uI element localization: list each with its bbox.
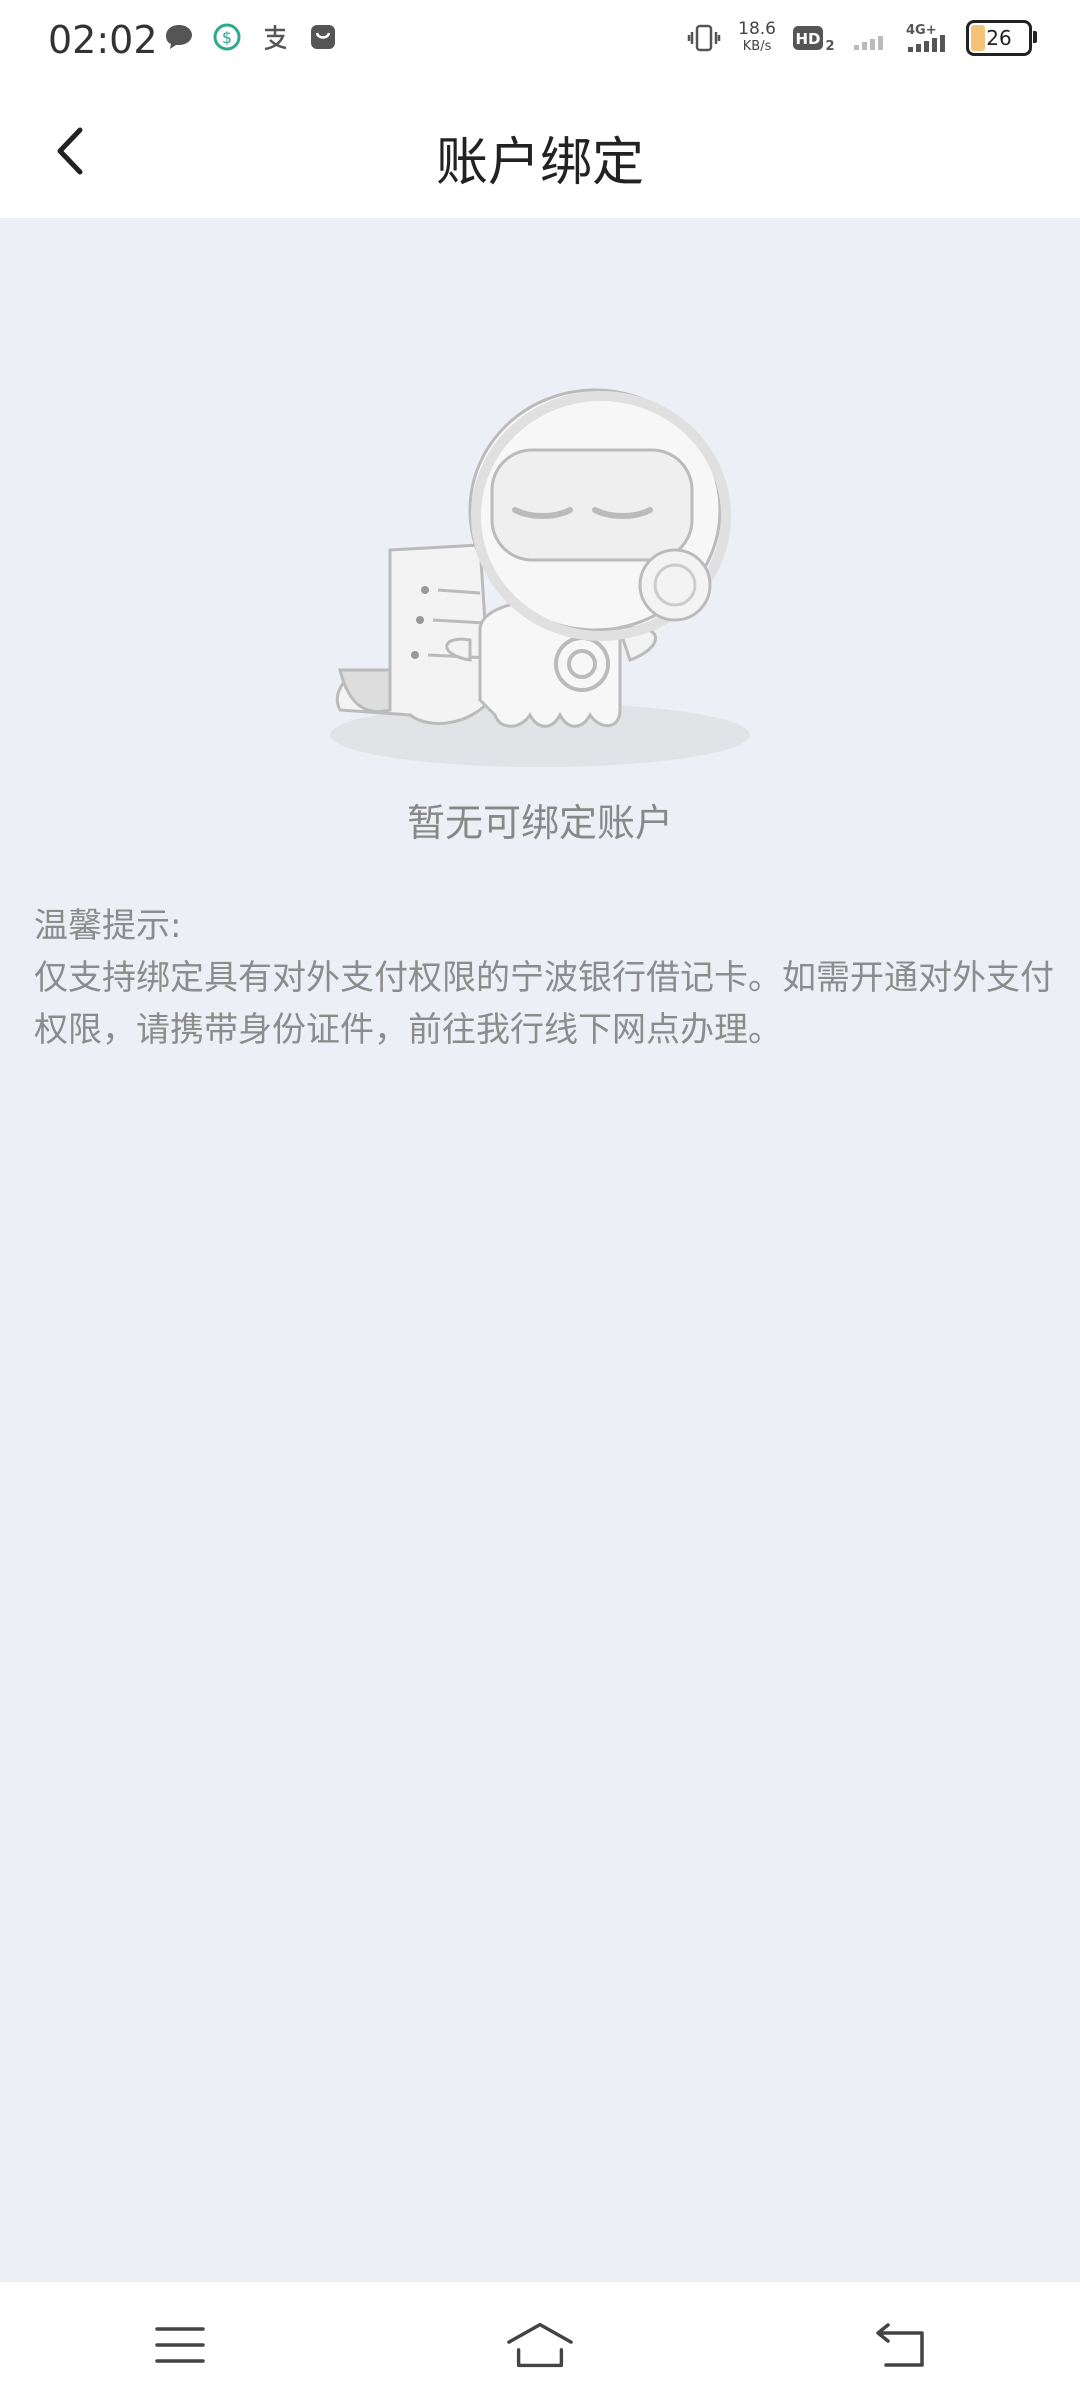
network-speed-unit: KB/s: [742, 39, 772, 54]
svg-text:$: $: [222, 28, 232, 47]
message-icon: [166, 25, 192, 49]
hd-icon: HD 2: [793, 26, 835, 53]
navigation-bar: 账户绑定: [0, 84, 1080, 218]
battery-level: 26: [986, 26, 1012, 50]
tips-body: 仅支持绑定具有对外支付权限的宁波银行借记卡。如需开通对外支付权限，请携带身份证件…: [34, 958, 1054, 1050]
home-icon: [507, 2322, 573, 2368]
signal-weak-icon: [854, 36, 883, 50]
svg-text:2: 2: [825, 39, 834, 53]
tips-title: 温馨提示:: [34, 906, 182, 946]
return-icon: [876, 2323, 924, 2367]
status-bar: 02:02 $ 18.6 KB/s HD 2 4G+ 26: [0, 0, 1080, 84]
empty-state-message: 暂无可绑定账户: [406, 801, 673, 845]
network-speed-value: 18.6: [738, 19, 776, 39]
return-button[interactable]: [865, 2315, 935, 2375]
signal-4g-icon: 4G+: [906, 23, 945, 52]
vibrate-icon: [687, 24, 721, 52]
shopping-bag-icon: [311, 25, 335, 49]
empty-robot-illustration: [330, 388, 750, 767]
home-button[interactable]: [505, 2315, 575, 2375]
menu-button[interactable]: [145, 2315, 215, 2375]
status-time: 02:02: [48, 18, 158, 62]
battery-indicator: 26: [966, 20, 1037, 56]
svg-text:HD: HD: [795, 30, 820, 48]
svg-text:4G+: 4G+: [906, 23, 937, 38]
alipay-icon: [264, 25, 287, 51]
app-notification-icon: $: [213, 23, 241, 51]
menu-icon: [155, 2327, 205, 2363]
network-speed: 18.6 KB/s: [738, 21, 776, 55]
system-icons: 18.6 KB/s HD 2 4G+ 26: [686, 20, 1037, 56]
page-title: 账户绑定: [435, 133, 644, 193]
system-navigation-bar: [0, 2282, 1080, 2408]
tips-section: 温馨提示: 仅支持绑定具有对外支付权限的宁波银行借记卡。如需开通对外支付权限，请…: [34, 900, 1080, 1056]
notification-icons: $: [164, 22, 338, 52]
